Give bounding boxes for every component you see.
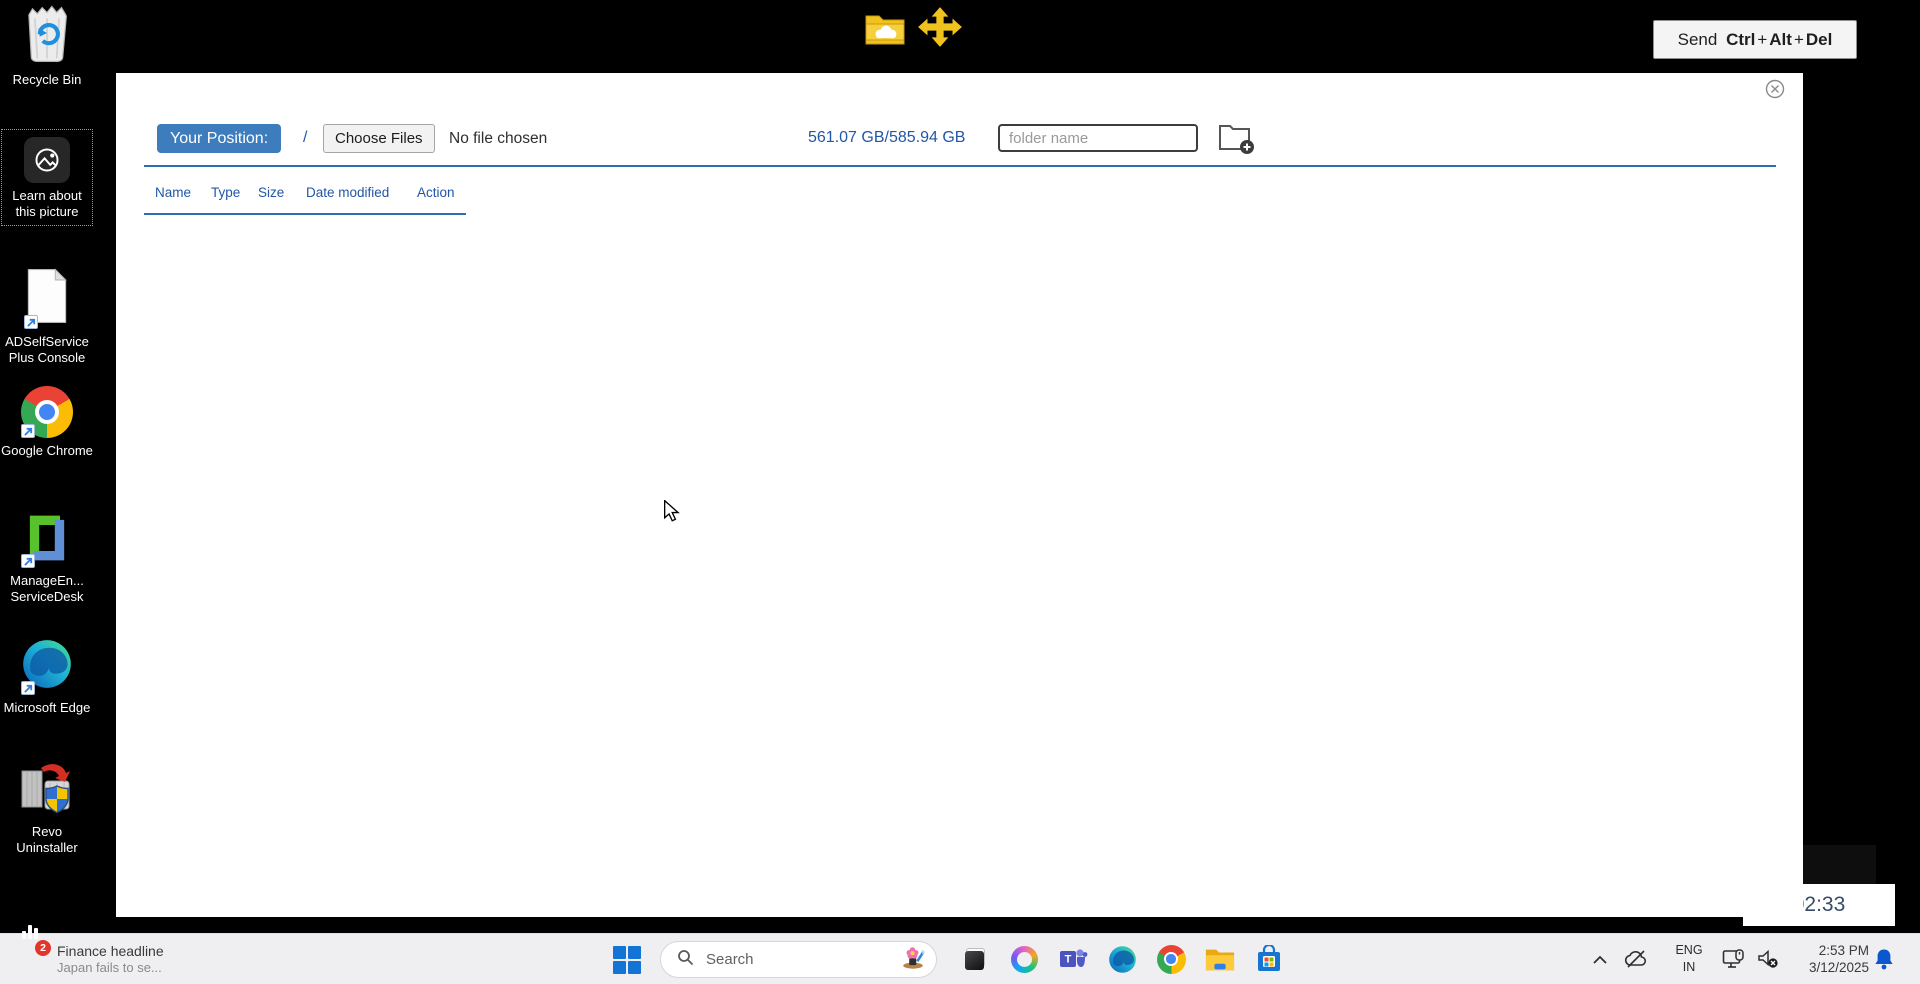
desktop-icon-label: Learn about this picture xyxy=(12,188,82,219)
your-position-button[interactable]: Your Position: xyxy=(157,124,282,153)
desktop-icon-label: ManageEn... ServiceDesk xyxy=(10,573,84,604)
search-highlight-image xyxy=(900,945,926,974)
file-chosen-status: No file chosen xyxy=(449,130,548,147)
clock-date: 3/12/2025 xyxy=(1808,960,1869,975)
edge-icon xyxy=(21,638,73,695)
desktop-icon-recycle-bin[interactable]: Recycle Bin xyxy=(1,4,93,88)
document-icon xyxy=(24,268,70,329)
folder-plus-icon xyxy=(1218,125,1254,158)
close-icon[interactable] xyxy=(1765,79,1785,99)
folder-name-input[interactable] xyxy=(998,124,1198,152)
column-header-type: Type xyxy=(211,185,241,200)
language-indicator[interactable]: ENG IN xyxy=(1670,942,1708,976)
chrome-icon xyxy=(21,386,73,438)
widgets-button[interactable]: 2 Finance headline Japan fails to se... xyxy=(10,925,170,984)
desktop-icon-label: Google Chrome xyxy=(1,443,93,458)
desktop-icon-google-chrome[interactable]: Google Chrome xyxy=(1,386,93,459)
column-header-action: Action xyxy=(417,185,455,200)
desktop-icon-label: Recycle Bin xyxy=(12,72,82,87)
notification-count-badge: 2 xyxy=(35,940,51,956)
picture-icon xyxy=(24,137,70,183)
widgets-chart-icon: 2 xyxy=(16,925,51,975)
shortcut-arrow-icon xyxy=(21,554,35,568)
storage-usage: 561.07 GB/585.94 GB xyxy=(808,129,966,146)
shortcut-arrow-icon xyxy=(21,424,35,438)
manageengine-icon xyxy=(21,511,73,568)
column-header-date-modified: Date modified xyxy=(306,185,390,200)
task-view-icon[interactable] xyxy=(960,944,990,974)
desktop-icon-microsoft-edge[interactable]: Microsoft Edge xyxy=(1,638,93,716)
start-button[interactable] xyxy=(613,946,641,974)
desktop-icon-manageengine-servicedesk[interactable]: ManageEn... ServiceDesk xyxy=(1,511,93,605)
teams-icon[interactable]: T xyxy=(1058,944,1088,974)
widgets-subheadline: Japan fails to se... xyxy=(57,960,162,975)
desktop-icon-revo-uninstaller[interactable]: Revo Uninstaller xyxy=(1,760,93,856)
file-explorer-icon[interactable] xyxy=(1205,944,1235,974)
desktop-icon-label: ADSelfService Plus Console xyxy=(5,334,89,365)
desktop-icon-label: Microsoft Edge xyxy=(3,700,91,715)
search-placeholder: Search xyxy=(706,951,754,968)
recycle-bin-icon xyxy=(20,4,74,67)
svg-text:T: T xyxy=(1065,954,1072,966)
create-folder-button[interactable] xyxy=(1218,121,1254,155)
connected-devices-icon[interactable] xyxy=(1722,949,1746,975)
desktop-icon-learn-about-picture[interactable]: Learn about this picture xyxy=(1,129,93,226)
widgets-headline: Finance headline xyxy=(57,943,164,959)
header-divider xyxy=(144,165,1776,167)
onedrive-offline-icon[interactable] xyxy=(1624,949,1648,974)
column-header-size: Size xyxy=(258,185,285,200)
search-icon xyxy=(677,949,694,971)
remote-desktop-screen: Recycle Bin Learn about this picture ADS… xyxy=(0,0,1920,984)
volume-muted-icon[interactable] xyxy=(1757,949,1779,974)
screen-artifact xyxy=(1799,845,1876,884)
desktop-icon-adselfservice[interactable]: ADSelfService Plus Console xyxy=(1,268,93,366)
revo-uninstaller-icon xyxy=(19,760,75,819)
shortcut-arrow-icon xyxy=(21,681,35,695)
shortcut-arrow-icon xyxy=(24,315,38,329)
edge-icon[interactable] xyxy=(1107,944,1137,974)
send-ctrl-alt-del-button[interactable]: Send Ctrl + Alt + Del xyxy=(1653,20,1857,59)
folder-transfer-icon[interactable] xyxy=(864,12,906,51)
current-path-link[interactable]: / xyxy=(303,129,307,147)
chrome-icon[interactable] xyxy=(1156,944,1186,974)
search-box[interactable]: Search xyxy=(660,941,937,978)
store-icon[interactable] xyxy=(1254,944,1284,974)
move-icon[interactable] xyxy=(916,5,964,54)
clock[interactable]: 2:53 PM 3/12/2025 xyxy=(1793,942,1869,976)
clock-time: 2:53 PM xyxy=(1818,943,1869,958)
desktop-icon-label: Revo Uninstaller xyxy=(16,824,78,855)
file-manager-panel: Your Position: / Choose Files No file ch… xyxy=(116,73,1803,917)
copilot-icon[interactable] xyxy=(1009,944,1039,974)
tray-overflow-chevron-icon[interactable] xyxy=(1592,952,1608,970)
column-header-underline xyxy=(144,213,466,215)
choose-files-button[interactable]: Choose Files xyxy=(323,124,435,153)
notification-bell-icon[interactable] xyxy=(1874,948,1894,976)
column-header-name: Name xyxy=(155,185,192,200)
taskbar: 2 Finance headline Japan fails to se... … xyxy=(0,925,1920,984)
